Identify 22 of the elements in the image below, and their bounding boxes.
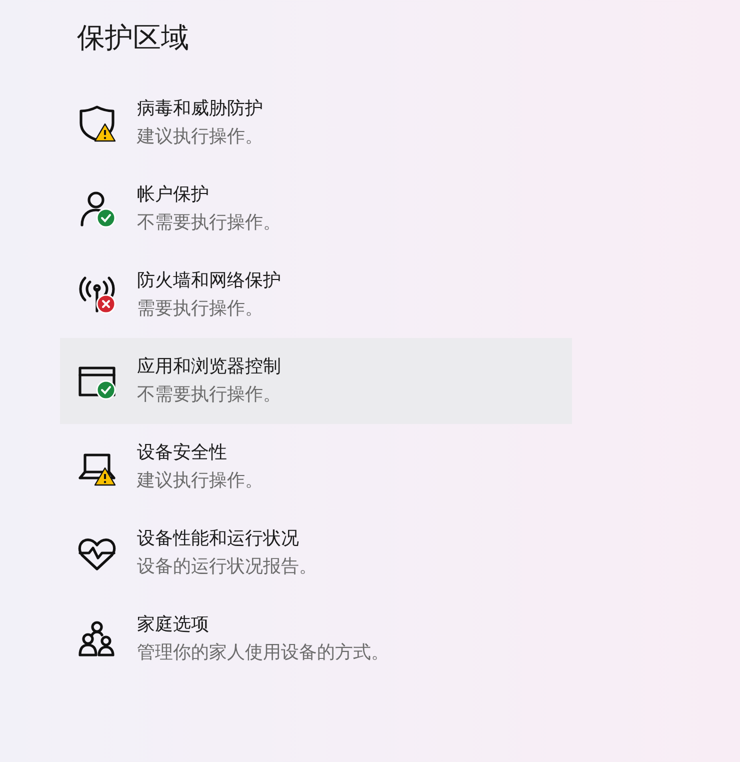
- protection-area-item[interactable]: 应用和浏览器控制 不需要执行操作。: [60, 338, 572, 424]
- item-title: 病毒和威胁防护: [137, 97, 263, 121]
- item-status-text: 不需要执行操作。: [137, 383, 281, 407]
- protection-area-item[interactable]: 家庭选项 管理你的家人使用设备的方式。: [60, 596, 572, 682]
- protection-area-item[interactable]: 设备性能和运行状况 设备的运行状况报告。: [60, 510, 572, 596]
- item-title: 家庭选项: [137, 613, 210, 637]
- item-status-text: 建议执行操作。: [137, 125, 263, 149]
- item-status-text: 管理你的家人使用设备的方式。: [137, 641, 389, 665]
- protection-area-item[interactable]: 防火墙和网络保护 需要执行操作。: [60, 252, 572, 338]
- item-status-text: 建议执行操作。: [137, 469, 263, 493]
- item-status-text: 设备的运行状况报告。: [137, 555, 317, 579]
- section-title: 保护区域: [77, 20, 190, 56]
- item-title: 设备安全性: [137, 441, 228, 465]
- item-status-text: 需要执行操作。: [137, 297, 264, 321]
- item-title: 帐户保护: [137, 183, 210, 207]
- protection-area-item[interactable]: 设备安全性 建议执行操作。: [60, 424, 572, 510]
- item-title: 设备性能和运行状况: [137, 527, 300, 551]
- item-status-text: 不需要执行操作。: [137, 211, 281, 235]
- protection-area-item[interactable]: 帐户保护 不需要执行操作。: [60, 166, 572, 252]
- item-title: 应用和浏览器控制: [137, 355, 281, 379]
- protection-area-item[interactable]: 病毒和威胁防护 建议执行操作。: [60, 80, 572, 166]
- item-title: 防火墙和网络保护: [137, 269, 281, 293]
